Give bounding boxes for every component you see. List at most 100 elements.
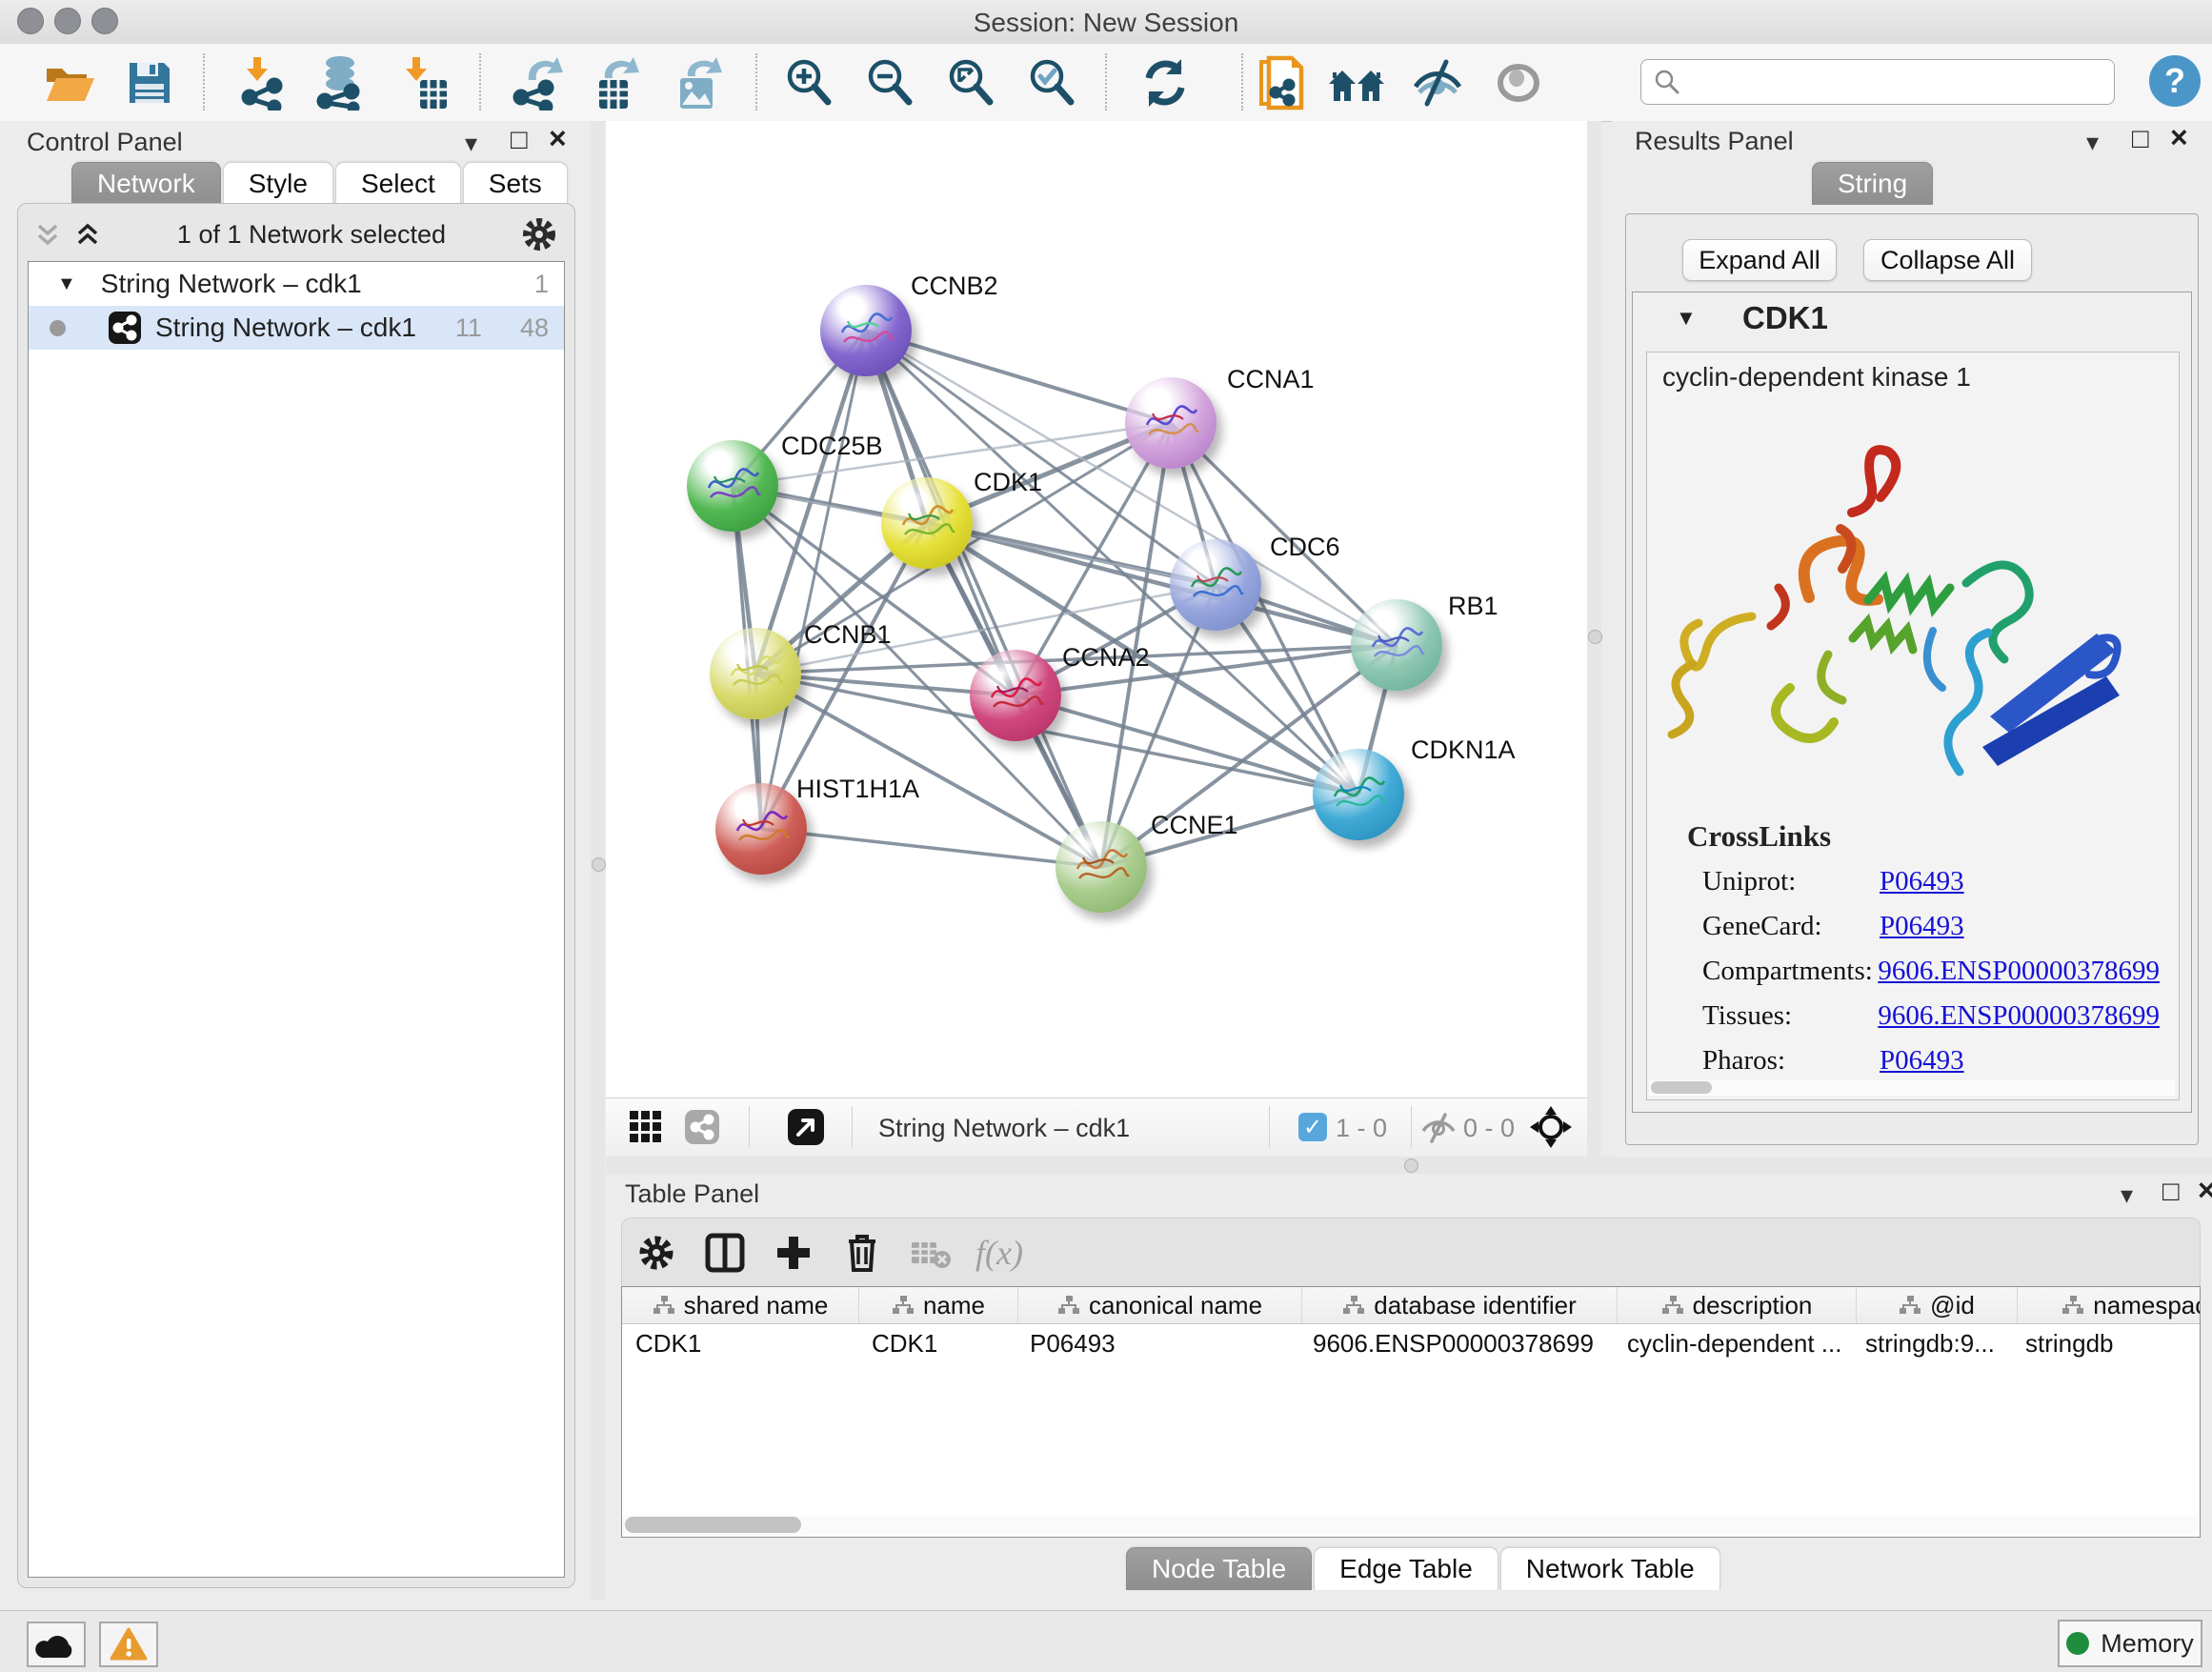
control-panel-close-button[interactable]: × bbox=[549, 126, 567, 151]
network-node-cdc25b[interactable] bbox=[687, 440, 778, 532]
grid-view-icon[interactable] bbox=[629, 1110, 663, 1144]
tab-style[interactable]: Style bbox=[223, 162, 333, 205]
column-header-canonical-name[interactable]: canonical name bbox=[1018, 1287, 1302, 1323]
table-cell[interactable]: stringdb bbox=[2012, 1329, 2201, 1359]
apply-layout-button[interactable] bbox=[1136, 55, 1195, 111]
table-cell[interactable]: 9606.ENSP00000378699 bbox=[1299, 1329, 1614, 1359]
hide-unhide-button[interactable] bbox=[1408, 55, 1467, 111]
horizontal-splitter[interactable] bbox=[606, 1156, 2212, 1174]
results-hscrollbar[interactable] bbox=[1649, 1080, 2175, 1096]
crosslink-value[interactable]: P06493 bbox=[1880, 911, 1964, 942]
table-panel-float-button[interactable]: □ bbox=[2162, 1179, 2180, 1204]
zoom-selected-button[interactable] bbox=[1022, 55, 1081, 111]
results-panel-menu-arrow[interactable]: ▾ bbox=[2086, 130, 2099, 154]
tab-node-table[interactable]: Node Table bbox=[1126, 1547, 1312, 1590]
table-panel-menu-arrow[interactable]: ▾ bbox=[2121, 1182, 2133, 1207]
network-canvas[interactable]: CCNB2CCNA1CDC25BCDK1CDC6RB1CCNB1CCNA2CDK… bbox=[606, 121, 1587, 1098]
string-home-button[interactable] bbox=[1327, 55, 1386, 111]
table-cell[interactable]: CDK1 bbox=[622, 1329, 858, 1359]
column-header--id[interactable]: @id bbox=[1857, 1287, 2018, 1323]
create-column-button[interactable] bbox=[759, 1234, 828, 1272]
left-splitter[interactable] bbox=[591, 121, 605, 1601]
network-node-ccne1[interactable] bbox=[1056, 821, 1147, 913]
tab-edge-table[interactable]: Edge Table bbox=[1314, 1547, 1498, 1590]
save-session-button[interactable] bbox=[120, 55, 179, 111]
tab-network-table[interactable]: Network Table bbox=[1500, 1547, 1720, 1590]
collapse-all-icon[interactable] bbox=[33, 220, 62, 249]
collapse-all-button[interactable]: Collapse All bbox=[1863, 239, 2032, 281]
crosshair-icon[interactable] bbox=[1530, 1106, 1572, 1148]
delete-column-button[interactable] bbox=[828, 1233, 896, 1273]
expand-all-icon[interactable] bbox=[73, 220, 102, 249]
import-table-button[interactable] bbox=[394, 55, 453, 111]
crosslink-value[interactable]: 9606.ENSP00000378699 bbox=[1878, 956, 2160, 987]
splitter-handle[interactable] bbox=[592, 857, 606, 872]
zoom-in-button[interactable] bbox=[779, 55, 838, 111]
right-splitter[interactable] bbox=[1587, 121, 1601, 1156]
network-collection-row[interactable]: ▼ String Network – cdk1 1 bbox=[29, 262, 564, 306]
memory-button[interactable]: Memory bbox=[2058, 1620, 2202, 1667]
network-share-icon[interactable] bbox=[684, 1109, 720, 1145]
zoom-out-button[interactable] bbox=[860, 55, 919, 111]
table-panel-close-button[interactable]: × bbox=[2198, 1178, 2212, 1202]
network-node-hist1h1a[interactable] bbox=[715, 783, 807, 875]
network-node-ccnb1[interactable] bbox=[710, 628, 801, 719]
column-header-description[interactable]: description bbox=[1618, 1287, 1857, 1323]
column-header-namespace[interactable]: namespace bbox=[2018, 1287, 2201, 1323]
results-panel-close-button[interactable]: × bbox=[2170, 125, 2188, 150]
crosslink-value[interactable]: P06493 bbox=[1880, 1045, 1964, 1077]
table-cell[interactable]: stringdb:9... bbox=[1852, 1329, 2012, 1359]
table-cell[interactable]: P06493 bbox=[1016, 1329, 1299, 1359]
zoom-fit-button[interactable] bbox=[941, 55, 1000, 111]
table-cell[interactable]: CDK1 bbox=[858, 1329, 1016, 1359]
column-header-database-identifier[interactable]: database identifier bbox=[1302, 1287, 1618, 1323]
tab-sets[interactable]: Sets bbox=[463, 162, 568, 205]
import-network-button[interactable] bbox=[235, 55, 294, 111]
network-node-cdkn1a[interactable] bbox=[1313, 749, 1404, 840]
scrollbar-thumb[interactable] bbox=[1651, 1081, 1712, 1094]
column-header-name[interactable]: name bbox=[859, 1287, 1018, 1323]
splitter-handle[interactable] bbox=[1588, 630, 1602, 644]
network-node-ccna2[interactable] bbox=[970, 650, 1061, 741]
import-network-from-database-button[interactable] bbox=[311, 55, 370, 111]
network-node-cdk1[interactable] bbox=[881, 477, 973, 569]
table-options-button[interactable] bbox=[622, 1234, 691, 1272]
tab-string[interactable]: String bbox=[1812, 162, 1933, 205]
table-row[interactable]: CDK1CDK1P064939606.ENSP00000378699cyclin… bbox=[622, 1324, 2200, 1362]
gear-icon[interactable] bbox=[521, 216, 557, 252]
control-panel-menu-arrow[interactable]: ▾ bbox=[465, 131, 477, 155]
network-edge[interactable] bbox=[866, 331, 1171, 423]
help-button[interactable]: ? bbox=[2149, 55, 2201, 107]
open-session-button[interactable] bbox=[40, 55, 99, 111]
tree-expanded-icon[interactable]: ▼ bbox=[57, 273, 76, 295]
crosslink-value[interactable]: 9606.ENSP00000378699 bbox=[1878, 1000, 2160, 1032]
results-panel-float-button[interactable]: □ bbox=[2132, 127, 2149, 151]
network-node-ccna1[interactable] bbox=[1125, 377, 1217, 469]
birds-eye-toggle-icon[interactable] bbox=[787, 1108, 825, 1146]
network-node-cdc6[interactable] bbox=[1170, 539, 1261, 631]
export-table-button[interactable] bbox=[589, 55, 648, 111]
tab-network[interactable]: Network bbox=[71, 162, 221, 205]
export-image-button[interactable] bbox=[670, 55, 729, 111]
cloud-status-button[interactable] bbox=[27, 1622, 86, 1667]
hidden-eye-icon[interactable] bbox=[1419, 1112, 1458, 1144]
splitter-handle[interactable] bbox=[1404, 1158, 1418, 1173]
tab-select[interactable]: Select bbox=[335, 162, 461, 205]
section-collapse-arrow[interactable]: ▼ bbox=[1676, 306, 1697, 331]
network-node-ccnb2[interactable] bbox=[820, 285, 912, 376]
control-panel-float-button[interactable]: □ bbox=[511, 128, 528, 152]
show-graphics-button[interactable] bbox=[1489, 55, 1548, 111]
crosslink-value[interactable]: P06493 bbox=[1880, 866, 1964, 897]
selected-checkbox[interactable]: ✓ bbox=[1298, 1113, 1327, 1141]
scrollbar-thumb[interactable] bbox=[625, 1517, 801, 1533]
network-row-selected[interactable]: String Network – cdk1 11 48 bbox=[29, 306, 564, 350]
network-node-rb1[interactable] bbox=[1351, 599, 1442, 691]
column-header-shared-name[interactable]: shared name bbox=[622, 1287, 859, 1323]
network-edge[interactable] bbox=[761, 331, 866, 829]
show-columns-button[interactable] bbox=[691, 1233, 759, 1273]
search-input[interactable] bbox=[1689, 62, 2114, 102]
table-cell[interactable]: cyclin-dependent ... bbox=[1614, 1329, 1852, 1359]
export-network-button[interactable] bbox=[509, 55, 568, 111]
table-hscrollbar[interactable] bbox=[622, 1516, 2198, 1535]
string-import-button[interactable] bbox=[1254, 55, 1313, 111]
